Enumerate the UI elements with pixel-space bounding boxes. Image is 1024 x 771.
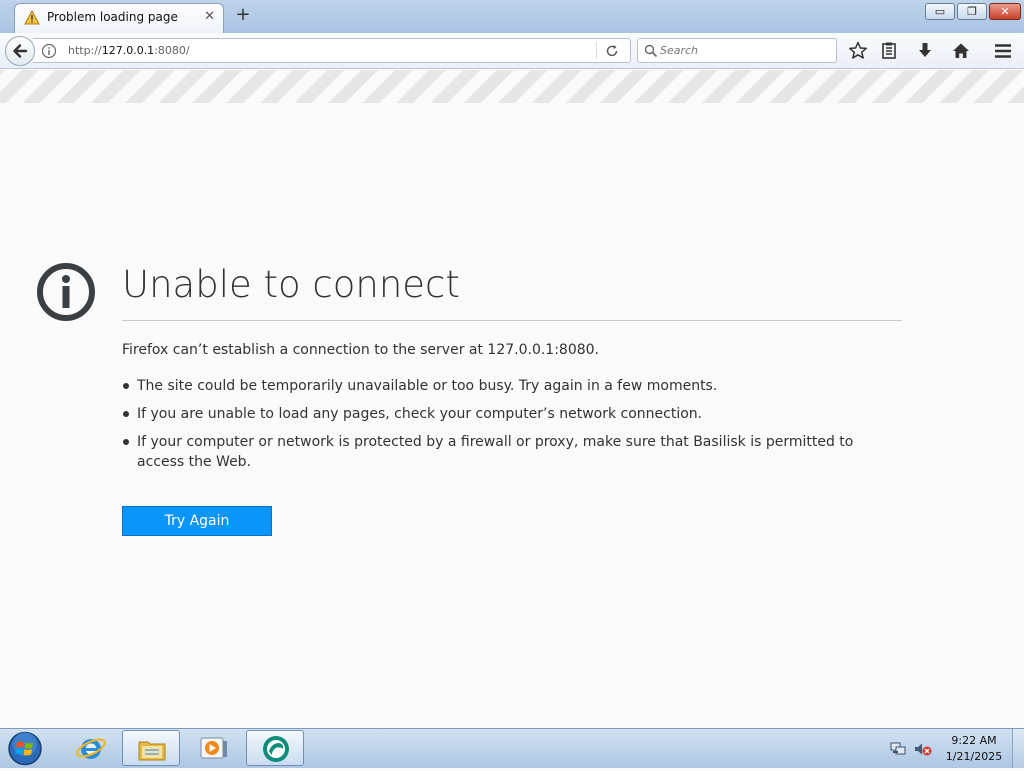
error-page: Unable to connect Firefox can’t establis… (0, 103, 1024, 728)
reading-list-icon[interactable] (878, 40, 900, 62)
taskbar-basilisk-browser[interactable] (246, 730, 304, 766)
error-suggestions-list: The site could be temporarily unavailabl… (122, 376, 892, 480)
media-player-icon (200, 737, 227, 759)
new-tab-button[interactable]: + (232, 4, 254, 26)
url-text[interactable]: http://127.0.0.1:8080/ (68, 44, 190, 57)
warning-icon (24, 9, 40, 29)
error-description: Firefox can’t establish a connection to … (122, 342, 600, 358)
file-explorer-icon (138, 741, 166, 761)
bookmark-star-icon[interactable] (847, 40, 869, 62)
taskbar: 9:22 AM 1/21/2025 (0, 728, 1024, 768)
search-input[interactable] (660, 42, 830, 58)
tab-close-icon[interactable]: ✕ (204, 9, 215, 24)
list-item: The site could be temporarily unavailabl… (122, 376, 892, 396)
search-bar[interactable] (637, 38, 837, 63)
tab-title: Problem loading page (47, 10, 178, 24)
browser-title-bar: Problem loading page ✕ + ▭ ❐ ✕ (0, 0, 1024, 33)
tab-problem-loading-page[interactable]: Problem loading page ✕ (14, 3, 224, 33)
windows-logo-icon (8, 731, 42, 766)
start-button[interactable] (4, 730, 46, 767)
network-icon[interactable] (889, 741, 907, 761)
downloads-icon[interactable] (914, 40, 936, 62)
info-icon[interactable] (41, 43, 57, 63)
volume-muted-icon[interactable] (913, 741, 933, 761)
url-bar-separator (596, 42, 597, 59)
show-desktop-button[interactable] (1012, 729, 1024, 768)
window-maximize-button[interactable]: ❐ (957, 3, 987, 20)
home-icon[interactable] (950, 40, 972, 62)
reload-icon[interactable] (604, 43, 620, 63)
window-close-button[interactable]: ✕ (989, 3, 1021, 20)
search-icon (644, 43, 658, 62)
info-circle-icon (36, 262, 96, 326)
clock-date[interactable]: 1/21/2025 (940, 750, 1008, 763)
taskbar-internet-explorer[interactable] (62, 730, 120, 766)
back-button[interactable] (5, 36, 35, 66)
error-stripe-banner (0, 70, 1024, 103)
taskbar-file-explorer[interactable] (122, 730, 180, 766)
menu-icon[interactable] (992, 40, 1014, 62)
window-minimize-button[interactable]: ▭ (925, 3, 955, 20)
list-item: If your computer or network is protected… (122, 432, 892, 472)
taskbar-media-player[interactable] (184, 730, 242, 766)
try-again-button[interactable]: Try Again (122, 506, 272, 536)
list-item: If you are unable to load any pages, che… (122, 404, 892, 424)
url-host: 127.0.0.1 (101, 44, 155, 57)
navigation-toolbar: http://127.0.0.1:8080/ (0, 33, 1024, 69)
title-divider (122, 320, 902, 321)
basilisk-icon (263, 736, 289, 762)
internet-explorer-icon (76, 738, 106, 759)
back-arrow-icon (13, 44, 28, 58)
clock-time[interactable]: 9:22 AM (940, 734, 1008, 747)
url-bar[interactable]: http://127.0.0.1:8080/ (33, 38, 631, 63)
error-title: Unable to connect (122, 263, 460, 306)
